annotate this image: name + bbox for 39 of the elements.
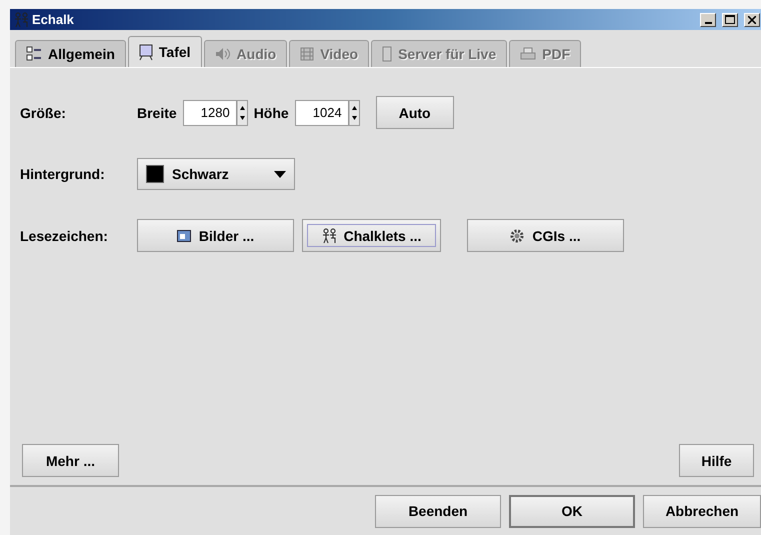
dialog-button[interactable]: Abbrechen [643, 494, 761, 528]
maximize-icon [725, 15, 735, 24]
tab[interactable]: Allgemein [15, 40, 126, 67]
field-label: Lesezeichen: [20, 228, 109, 244]
caret-icon [274, 170, 286, 178]
field-label: Hintergrund: [20, 166, 106, 182]
figures-icon [322, 228, 336, 244]
spinner-arrows-icon[interactable] [348, 100, 360, 126]
maximize-button[interactable] [722, 12, 738, 26]
auto-button[interactable]: Auto [376, 96, 454, 129]
close-button[interactable] [744, 12, 760, 26]
field-label: Breite [137, 104, 177, 120]
color-dropdown[interactable]: Schwarz [137, 158, 295, 190]
printer-icon [520, 47, 536, 61]
number-field[interactable]: 1280 [182, 100, 237, 126]
more-button[interactable]: Mehr ... [22, 444, 119, 477]
board-icon [138, 44, 153, 60]
help-button[interactable]: Hilfe [679, 444, 754, 477]
number-field[interactable]: 1024 [294, 100, 349, 126]
field-label: Größe: [20, 104, 67, 120]
spinner-arrows-icon[interactable] [236, 100, 248, 126]
window-title: Echalk [32, 12, 75, 27]
bookmark-button[interactable]: Bilder ... [137, 219, 294, 252]
field-label: Höhe [254, 104, 289, 120]
bookmark-button[interactable]: Chalklets ... [302, 219, 441, 252]
checklist-icon [26, 46, 42, 62]
gear-icon [510, 228, 524, 242]
picture-frame-icon [176, 230, 191, 242]
speaker-icon [214, 47, 231, 61]
dialog-button[interactable]: Beenden [375, 494, 501, 528]
tab[interactable]: Tafel [128, 36, 202, 67]
figures-icon [14, 12, 28, 28]
server-icon [382, 46, 392, 62]
dialog-button[interactable]: OK [509, 494, 635, 528]
close-icon [748, 16, 756, 24]
minimize-icon [704, 22, 712, 24]
film-icon [300, 47, 314, 61]
minimize-button[interactable] [700, 12, 716, 26]
bookmark-button[interactable]: CGIs ... [467, 219, 624, 252]
